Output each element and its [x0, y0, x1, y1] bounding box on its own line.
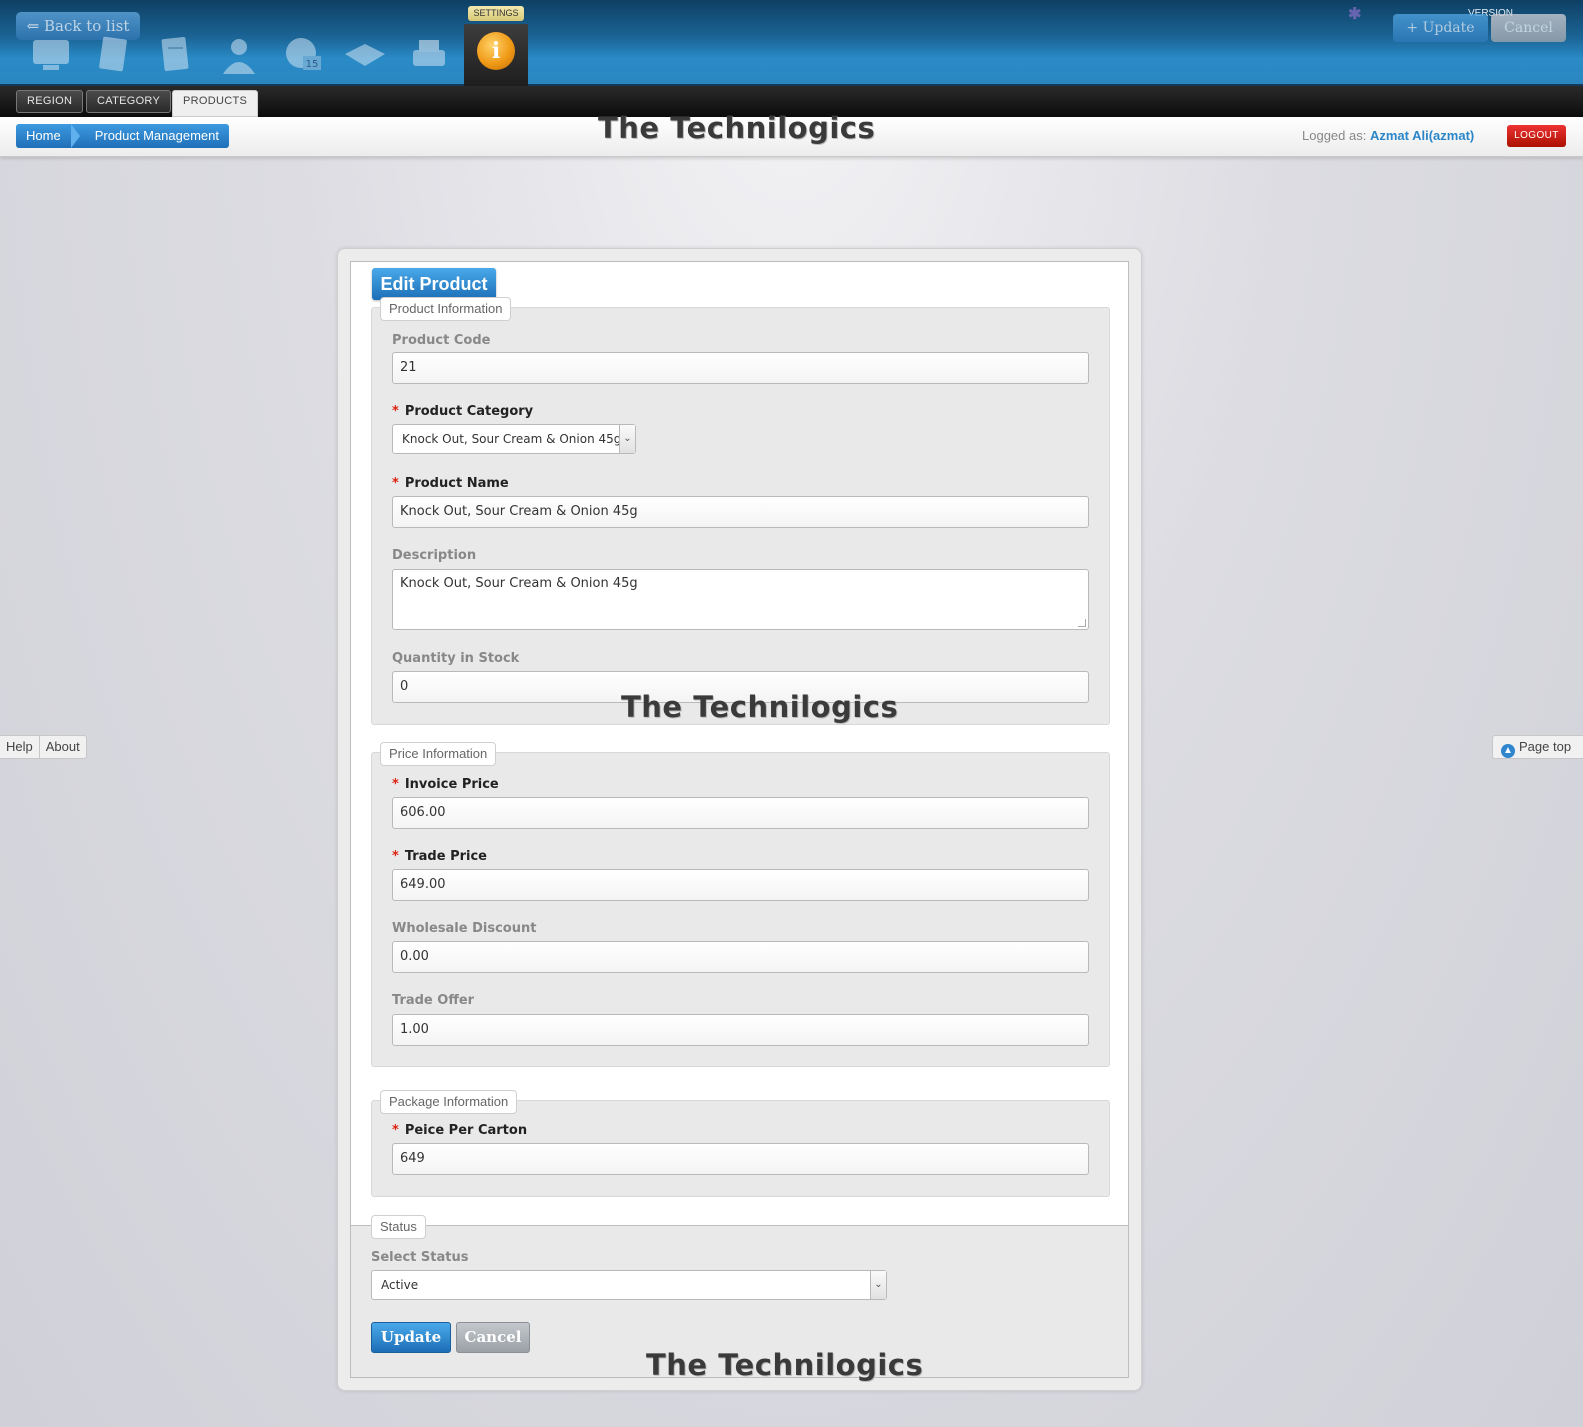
settings-tab[interactable]: SETTINGS i	[464, 4, 528, 86]
logged-in-info: Logged as: Azmat Ali(azmat)	[1302, 128, 1474, 143]
trade-offer-field[interactable]: 1.00	[392, 1014, 1089, 1046]
help-link[interactable]: Help	[0, 736, 39, 758]
trade-offer-label: Trade Offer	[392, 993, 475, 1008]
logout-button[interactable]: LOGOUT	[1507, 125, 1566, 147]
document-icon[interactable]	[90, 36, 136, 74]
chevron-down-icon: ⌄	[619, 425, 635, 453]
product-information-legend: Product Information	[380, 297, 512, 321]
watermark-text: The Technilogics	[621, 690, 899, 724]
trade-price-label: * Trade Price	[392, 849, 488, 864]
status-value: Active	[381, 1278, 419, 1292]
status-select[interactable]: Active ⌄	[371, 1270, 887, 1300]
breadcrumb-separator-icon	[70, 124, 85, 148]
price-information-legend: Price Information	[380, 742, 497, 766]
product-category-label: * Product Category	[392, 404, 534, 419]
status-section: Status Select Status Active ⌄ Update Can…	[351, 1215, 1128, 1382]
select-status-label: Select Status	[371, 1250, 469, 1265]
watermark-text: The Technilogics	[598, 111, 876, 145]
printer-icon[interactable]	[406, 36, 452, 74]
invoice-price-field[interactable]: 606.00	[392, 797, 1089, 829]
cancel-button[interactable]: Cancel	[456, 1322, 530, 1353]
chevron-down-icon: ⌄	[870, 1271, 886, 1299]
description-label: Description	[392, 548, 477, 563]
panel-title: Edit Product	[372, 268, 496, 300]
resize-grip-icon[interactable]	[1078, 619, 1086, 627]
breadcrumb: Home Product Management	[16, 124, 229, 148]
package-information-legend: Package Information	[380, 1090, 518, 1114]
product-category-select[interactable]: Knock Out, Sour Cream & Onion 45g ⌄	[392, 424, 636, 454]
help-about-bar: Help About	[0, 735, 87, 759]
settings-panel: i	[464, 24, 528, 86]
description-textarea[interactable]: Knock Out, Sour Cream & Onion 45g	[392, 569, 1089, 630]
required-mark: *	[392, 404, 399, 419]
edit-product-form: Edit Product Product Information Product…	[350, 261, 1129, 1382]
mail-icon[interactable]	[342, 36, 388, 74]
status-legend: Status	[371, 1215, 426, 1239]
required-mark: *	[392, 476, 399, 491]
wholesale-discount-field[interactable]: 0.00	[392, 941, 1089, 973]
top-toolbar: ⇐ Back to list 15 SETTINGS i ✱ VERSION +…	[0, 0, 1583, 86]
notepad-icon[interactable]	[152, 36, 198, 74]
about-link[interactable]: About	[38, 736, 86, 758]
piece-per-carton-label: * Peice Per Carton	[392, 1123, 528, 1138]
product-code-field[interactable]: 21	[392, 352, 1089, 384]
quantity-in-stock-label: Quantity in Stock	[392, 651, 520, 666]
edit-product-panel: Edit Product Product Information Product…	[337, 248, 1142, 1391]
brand-logo-icon: ✱	[1348, 6, 1362, 23]
watermark-text: The Technilogics	[646, 1348, 924, 1382]
logged-as-label: Logged as:	[1302, 128, 1367, 143]
piece-per-carton-field[interactable]: 649	[392, 1143, 1089, 1175]
page-top-label: Page top	[1519, 739, 1572, 754]
update-button[interactable]: Update	[371, 1322, 451, 1353]
top-cancel-button[interactable]: Cancel	[1491, 14, 1566, 42]
invoice-price-label: * Invoice Price	[392, 777, 499, 792]
tab-region[interactable]: REGION	[16, 90, 84, 113]
description-value: Knock Out, Sour Cream & Onion 45g	[400, 576, 638, 591]
arrow-up-icon: ▲	[1501, 744, 1515, 758]
user-name-link[interactable]: Azmat Ali(azmat)	[1370, 128, 1474, 143]
monitor-icon[interactable]	[28, 36, 74, 74]
info-icon[interactable]: i	[477, 32, 515, 70]
user-icon[interactable]	[216, 36, 262, 74]
tab-category[interactable]: CATEGORY	[86, 90, 172, 113]
price-information-section: Price Information * Invoice Price 606.00 …	[371, 742, 1110, 1067]
calendar-day-text: 15	[306, 59, 319, 70]
wholesale-discount-label: Wholesale Discount	[392, 921, 537, 936]
breadcrumb-current[interactable]: Product Management	[85, 124, 229, 148]
product-category-value: Knock Out, Sour Cream & Onion 45g	[402, 432, 622, 446]
required-mark: *	[392, 849, 399, 864]
product-code-label: Product Code	[392, 333, 491, 348]
product-name-field[interactable]: Knock Out, Sour Cream & Onion 45g	[392, 496, 1089, 528]
tab-products[interactable]: PRODUCTS	[172, 90, 259, 117]
required-mark: *	[392, 1123, 399, 1138]
trade-price-field[interactable]: 649.00	[392, 869, 1089, 901]
required-mark: *	[392, 777, 399, 792]
product-name-label: * Product Name	[392, 476, 509, 491]
page-top-button[interactable]: ▲ Page top	[1492, 735, 1583, 759]
calendar-icon[interactable]: 15	[280, 36, 326, 74]
top-update-button[interactable]: + Update	[1393, 14, 1488, 42]
package-information-section: Package Information * Peice Per Carton 64…	[371, 1090, 1110, 1197]
breadcrumb-bar: Home Product Management The Technilogics…	[0, 111, 1583, 157]
settings-label: SETTINGS	[468, 6, 524, 21]
product-information-section: Product Information Product Code 21 * Pro…	[371, 297, 1110, 725]
breadcrumb-home[interactable]: Home	[16, 124, 71, 148]
